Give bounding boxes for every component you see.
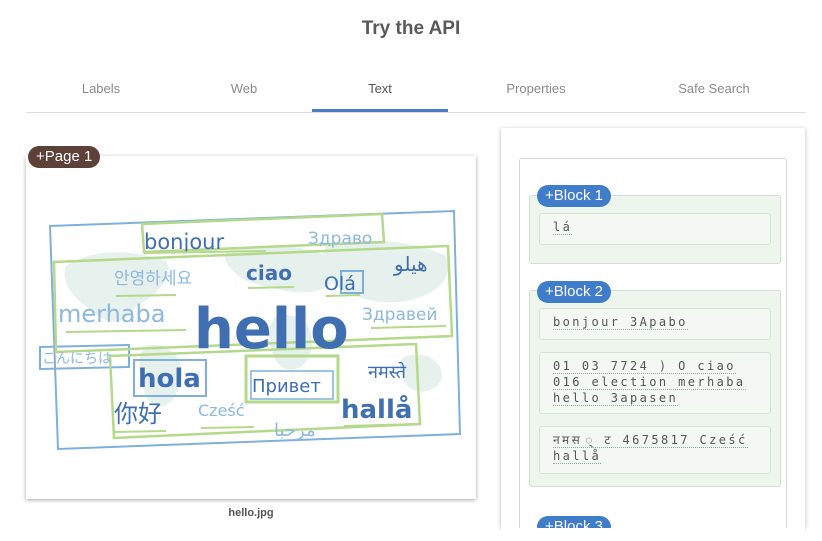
image-caption: hello.jpg <box>228 507 274 519</box>
tab-text[interactable]: Text <box>312 72 448 112</box>
word-privet: Привет <box>252 376 321 397</box>
word-nihao: 你好 <box>114 400 162 428</box>
paragraph-2-1[interactable]: bonjour 3Apabo <box>539 308 771 340</box>
word-hello: hello <box>194 297 349 362</box>
panel-bottom-mask <box>501 528 805 541</box>
page-title: Try the API <box>361 18 461 39</box>
word-marhaba: مرحبا <box>274 420 316 441</box>
word-namaste: नमस्ते <box>368 361 407 383</box>
word-czesc: Cześć <box>198 401 245 420</box>
paragraph-1-1[interactable]: lá <box>539 213 771 245</box>
word-bonjour: bonjour <box>144 230 224 254</box>
word-ciao: ciao <box>246 261 292 285</box>
tab-bar: Labels Web Text Properties Safe Search <box>26 72 806 113</box>
word-hallo: hallå <box>341 393 412 425</box>
word-merhaba: merhaba <box>58 300 165 328</box>
tab-safe-search[interactable]: Safe Search <box>636 72 792 110</box>
tab-properties[interactable]: Properties <box>466 72 606 110</box>
tab-labels[interactable]: Labels <box>26 72 176 110</box>
word-zdravo: Здраво <box>308 229 372 249</box>
image-card: bonjour Здраво هيلو 안영하세요 ciao Olá merha… <box>26 156 476 499</box>
page-1-chip[interactable]: +Page 1 <box>28 146 101 168</box>
word-arabic-hello: هيلو <box>393 252 428 276</box>
paragraph-2-2[interactable]: 01 03 7724 ) O ciao 016 election merhaba… <box>539 352 771 414</box>
word-korean: 안영하세요 <box>114 269 192 289</box>
word-ola: Olá <box>324 273 356 295</box>
hello-image: bonjour Здраво هيلو 안영하세요 ciao Olá merha… <box>39 209 462 451</box>
tab-web[interactable]: Web <box>176 72 312 110</box>
paragraph-2-3[interactable]: नमस ् ट 4675817 Cześć hallå <box>539 426 771 474</box>
word-japanese: こんにちは <box>42 351 112 367</box>
word-hola: hola <box>138 364 201 394</box>
block-1-chip[interactable]: +Block 1 <box>537 185 611 207</box>
block-2-chip[interactable]: +Block 2 <box>537 281 611 303</box>
word-zdravey: Здравей <box>362 305 437 325</box>
